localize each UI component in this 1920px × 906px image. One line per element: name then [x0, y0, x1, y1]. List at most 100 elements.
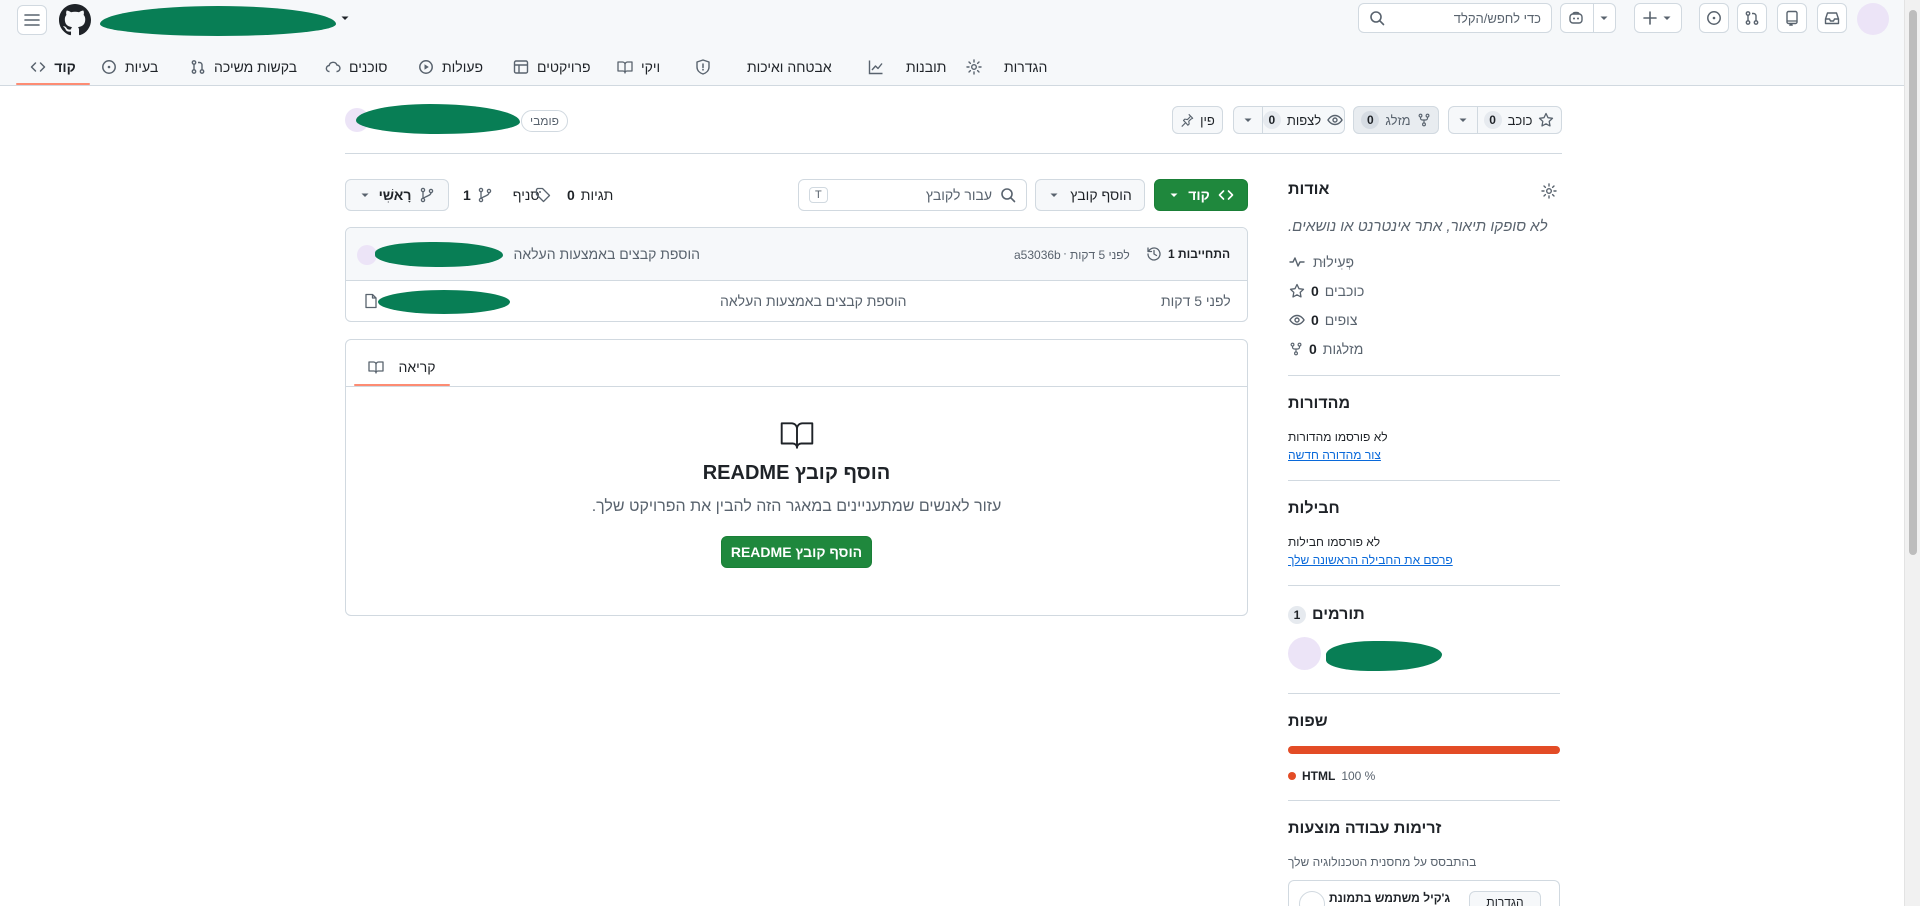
book-icon [617, 59, 633, 75]
readme-tab[interactable]: קריאה [354, 348, 450, 386]
star-caret-icon[interactable] [1449, 107, 1477, 133]
watch-label: לצפות [1286, 112, 1322, 128]
settings-tab-label: הגדרות [1004, 59, 1048, 75]
commit-author-redaction [375, 242, 503, 267]
commits-link[interactable]: 1 התחייבות [1146, 244, 1230, 264]
gear-icon [966, 59, 982, 75]
watch-count: 0 [1262, 111, 1281, 129]
goto-hotkey: T [809, 187, 828, 203]
branch-label: רָאשִׁי [378, 187, 412, 203]
repo-icon [1784, 10, 1800, 26]
readme-book-icon [780, 420, 814, 450]
tab-pull-requests[interactable]: בקשות משיכה [190, 48, 297, 86]
sidebar-divider-1 [1288, 375, 1560, 376]
tab-wiki[interactable]: ויקי [617, 48, 660, 86]
about-description: לא סופקו תיאור, אתר אינטרנט או נושאים. [1288, 218, 1548, 235]
header-repositories-button[interactable] [1777, 3, 1807, 33]
search-icon [1369, 10, 1385, 26]
repo-switcher-caret-icon[interactable] [339, 12, 351, 24]
branches-link[interactable]: סניף 1 [463, 184, 540, 206]
branches-count: 1 [463, 187, 471, 203]
page-scrollbar[interactable] [1904, 0, 1920, 906]
file-commit-message[interactable]: הוספת קבצים באמצעות העלאה [720, 293, 907, 309]
tab-code[interactable]: קוד [16, 48, 90, 86]
header-pull-requests-button[interactable] [1737, 3, 1767, 33]
watch-caret-icon[interactable] [1234, 107, 1262, 133]
goto-file-input[interactable]: עבור לקובץ T [798, 179, 1027, 211]
forks-link[interactable]: 0 מזלגות [1289, 339, 1363, 359]
history-icon [1146, 246, 1162, 262]
user-avatar[interactable] [1857, 3, 1889, 35]
pin-button[interactable]: פין [1172, 106, 1223, 134]
sidebar-divider-2 [1288, 480, 1560, 481]
pull-request-icon [190, 59, 206, 75]
actions-tab-label: פעולות [442, 59, 484, 75]
add-file-button[interactable]: הוסף קובץ [1035, 179, 1145, 211]
branch-selector[interactable]: רָאשִׁי [345, 179, 449, 211]
stars-link[interactable]: 0 כוכבים [1289, 281, 1364, 301]
workflow-configure-button[interactable]: הגדרות [1469, 891, 1541, 906]
tab-actions[interactable]: פעולות [418, 48, 483, 86]
scrollbar-thumb[interactable] [1909, 10, 1917, 555]
search-placeholder: כדי לחפש/הקלד [1453, 10, 1541, 26]
branches-icon [477, 187, 493, 203]
releases-title[interactable]: מהדורות [1288, 395, 1488, 413]
star-icon [1538, 112, 1554, 128]
eye-icon [1327, 112, 1343, 128]
tab-issues[interactable]: בעיות [101, 48, 158, 86]
add-readme-button[interactable]: הוסף קובץ README [721, 536, 872, 568]
tab-settings[interactable]: הגדרות [966, 48, 1047, 86]
tab-projects[interactable]: פרויקטים [513, 48, 591, 86]
watch-button[interactable]: 0 לצפות [1233, 106, 1345, 134]
workflows-description: בהתבסס על מחסנית הטכנולוגיה שלך [1288, 855, 1477, 869]
pin-icon [1180, 113, 1194, 127]
commit-sha[interactable]: a53036b [1014, 248, 1061, 262]
language-percent: 100 % [1341, 769, 1376, 783]
git-pull-request-icon [1744, 10, 1760, 26]
language-color-dot [1288, 772, 1296, 780]
contributor-avatar[interactable] [1288, 637, 1321, 670]
goto-search-icon [1000, 187, 1016, 203]
activity-link[interactable]: פְּעִילוּת [1289, 252, 1354, 272]
menu-button[interactable] [17, 5, 47, 35]
sidebar-fork-icon [1289, 342, 1303, 356]
star-button[interactable]: 0 כוכב [1448, 106, 1562, 134]
add-file-caret-icon [1048, 189, 1060, 201]
publish-package-link[interactable]: פרסם את החבילה הראשונה שלך [1288, 553, 1508, 567]
global-search-input[interactable]: כדי לחפש/הקלד [1358, 3, 1552, 33]
contributors-heading[interactable]: תורמים 1 [1288, 604, 1365, 626]
copilot-caret-icon[interactable] [1593, 4, 1615, 32]
copilot-button[interactable] [1560, 3, 1616, 33]
file-name-redaction[interactable] [378, 290, 510, 314]
repo-forked-icon [1417, 113, 1431, 127]
language-item-html[interactable]: HTML 100 % [1288, 767, 1375, 785]
code-button[interactable]: קוד [1154, 179, 1248, 211]
security-tab-label: אבטחה ואיכות [747, 59, 832, 75]
issues-icon [101, 59, 117, 75]
about-settings-button[interactable] [1540, 182, 1558, 200]
latest-commit-message[interactable]: הוספת קבצים באמצעות העלאה [512, 246, 700, 262]
create-new-button[interactable] [1634, 3, 1682, 33]
tab-security[interactable]: אבטחה ואיכות [695, 48, 832, 86]
tab-code-underline [16, 83, 90, 85]
forks-label: מזלגות [1322, 341, 1364, 357]
contributor-name-redaction[interactable] [1326, 641, 1442, 671]
header-issues-button[interactable] [1699, 3, 1729, 33]
fork-button[interactable]: 0 מזלג [1353, 106, 1439, 134]
readme-tab-book-icon [368, 359, 385, 375]
packages-title[interactable]: חבילות [1288, 500, 1488, 518]
github-logo-icon[interactable] [59, 4, 91, 36]
tags-link[interactable]: 0 תגיות [535, 184, 613, 206]
language-name: HTML [1302, 769, 1336, 783]
tab-insights[interactable]: תובנות [868, 48, 946, 86]
watchers-link[interactable]: 0 צופים [1289, 310, 1357, 330]
language-bar-segment-html [1288, 746, 1560, 754]
projects-tab-label: פרויקטים [537, 59, 591, 75]
cloud-agent-icon [325, 59, 341, 75]
tab-agents[interactable]: סוכנים [325, 48, 387, 86]
fork-count: 0 [1361, 111, 1380, 129]
contributors-title: תורמים [1312, 606, 1365, 623]
plus-icon [1643, 11, 1657, 25]
create-release-link[interactable]: צור מהדורה חדשה [1288, 448, 1488, 462]
header-inbox-button[interactable] [1817, 3, 1847, 33]
